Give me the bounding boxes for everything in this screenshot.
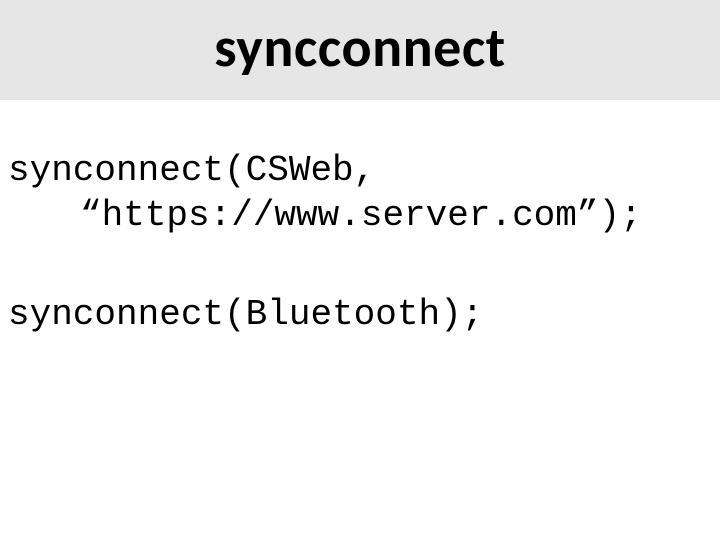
code-line: synconnect(CSWeb, bbox=[8, 148, 712, 193]
code-block-bluetooth: synconnect(Bluetooth); bbox=[8, 292, 712, 337]
slide: syncconnect synconnect(CSWeb, “https://w… bbox=[0, 0, 720, 540]
slide-title: syncconnect bbox=[0, 14, 720, 82]
code-block-csweb: synconnect(CSWeb, “https://www.server.co… bbox=[8, 148, 712, 238]
code-line: synconnect(Bluetooth); bbox=[8, 292, 712, 337]
slide-body: synconnect(CSWeb, “https://www.server.co… bbox=[0, 100, 720, 337]
title-bar: syncconnect bbox=[0, 0, 720, 100]
code-line: “https://www.server.com”); bbox=[8, 193, 712, 238]
